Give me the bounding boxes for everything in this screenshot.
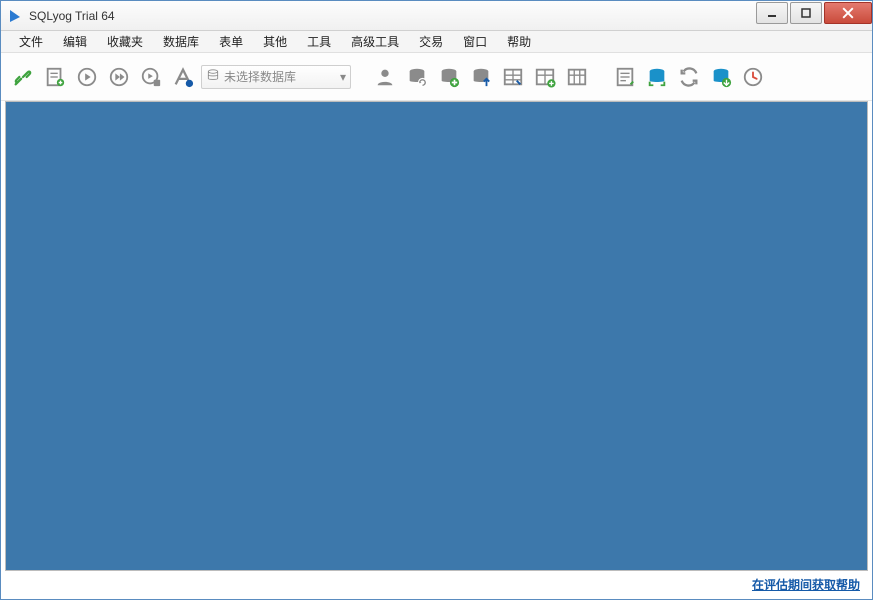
data-sync-button[interactable] [675,63,703,91]
statusbar: 在评估期间获取帮助 [1,571,872,597]
sql-format-button[interactable] [169,63,197,91]
titlebar: SQLyog Trial 64 [1,1,872,31]
menu-window[interactable]: 窗口 [453,31,497,52]
menu-file[interactable]: 文件 [9,31,53,52]
maximize-button[interactable] [790,2,822,24]
new-connection-button[interactable] [9,63,37,91]
refresh-database-button[interactable] [403,63,431,91]
query-builder-button[interactable] [611,63,639,91]
database-selector-text: 未选择数据库 [224,68,336,85]
menu-transaction[interactable]: 交易 [409,31,453,52]
workspace-area [5,101,868,571]
minimize-button[interactable] [756,2,788,24]
menu-advanced-tools[interactable]: 高级工具 [341,31,409,52]
create-table-button[interactable] [531,63,559,91]
menu-help[interactable]: 帮助 [497,31,541,52]
database-selector[interactable]: 未选择数据库 ▾ [201,65,351,89]
menubar: 文件 编辑 收藏夹 数据库 表单 其他 工具 高级工具 交易 窗口 帮助 [1,31,872,53]
new-query-button[interactable] [41,63,69,91]
toolbar: 未选择数据库 ▾ [1,53,872,101]
scheduled-tasks-button[interactable] [739,63,767,91]
window-controls [754,1,872,30]
user-manager-button[interactable] [371,63,399,91]
import-data-button[interactable] [707,63,735,91]
execute-and-edit-button[interactable] [137,63,165,91]
window-title: SQLyog Trial 64 [29,9,115,23]
menu-other[interactable]: 其他 [253,31,297,52]
database-icon [206,68,220,85]
menu-edit[interactable]: 编辑 [53,31,97,52]
execute-all-button[interactable] [105,63,133,91]
alter-table-button[interactable] [563,63,591,91]
chevron-down-icon: ▾ [340,70,346,84]
create-database-button[interactable] [435,63,463,91]
menu-table[interactable]: 表单 [209,31,253,52]
menu-database[interactable]: 数据库 [153,31,209,52]
app-icon [7,8,23,24]
trial-help-link[interactable]: 在评估期间获取帮助 [752,576,860,593]
table-data-button[interactable] [499,63,527,91]
menu-favorites[interactable]: 收藏夹 [97,31,153,52]
menu-tools[interactable]: 工具 [297,31,341,52]
schema-sync-button[interactable] [643,63,671,91]
execute-query-button[interactable] [73,63,101,91]
close-button[interactable] [824,2,872,24]
backup-database-button[interactable] [467,63,495,91]
